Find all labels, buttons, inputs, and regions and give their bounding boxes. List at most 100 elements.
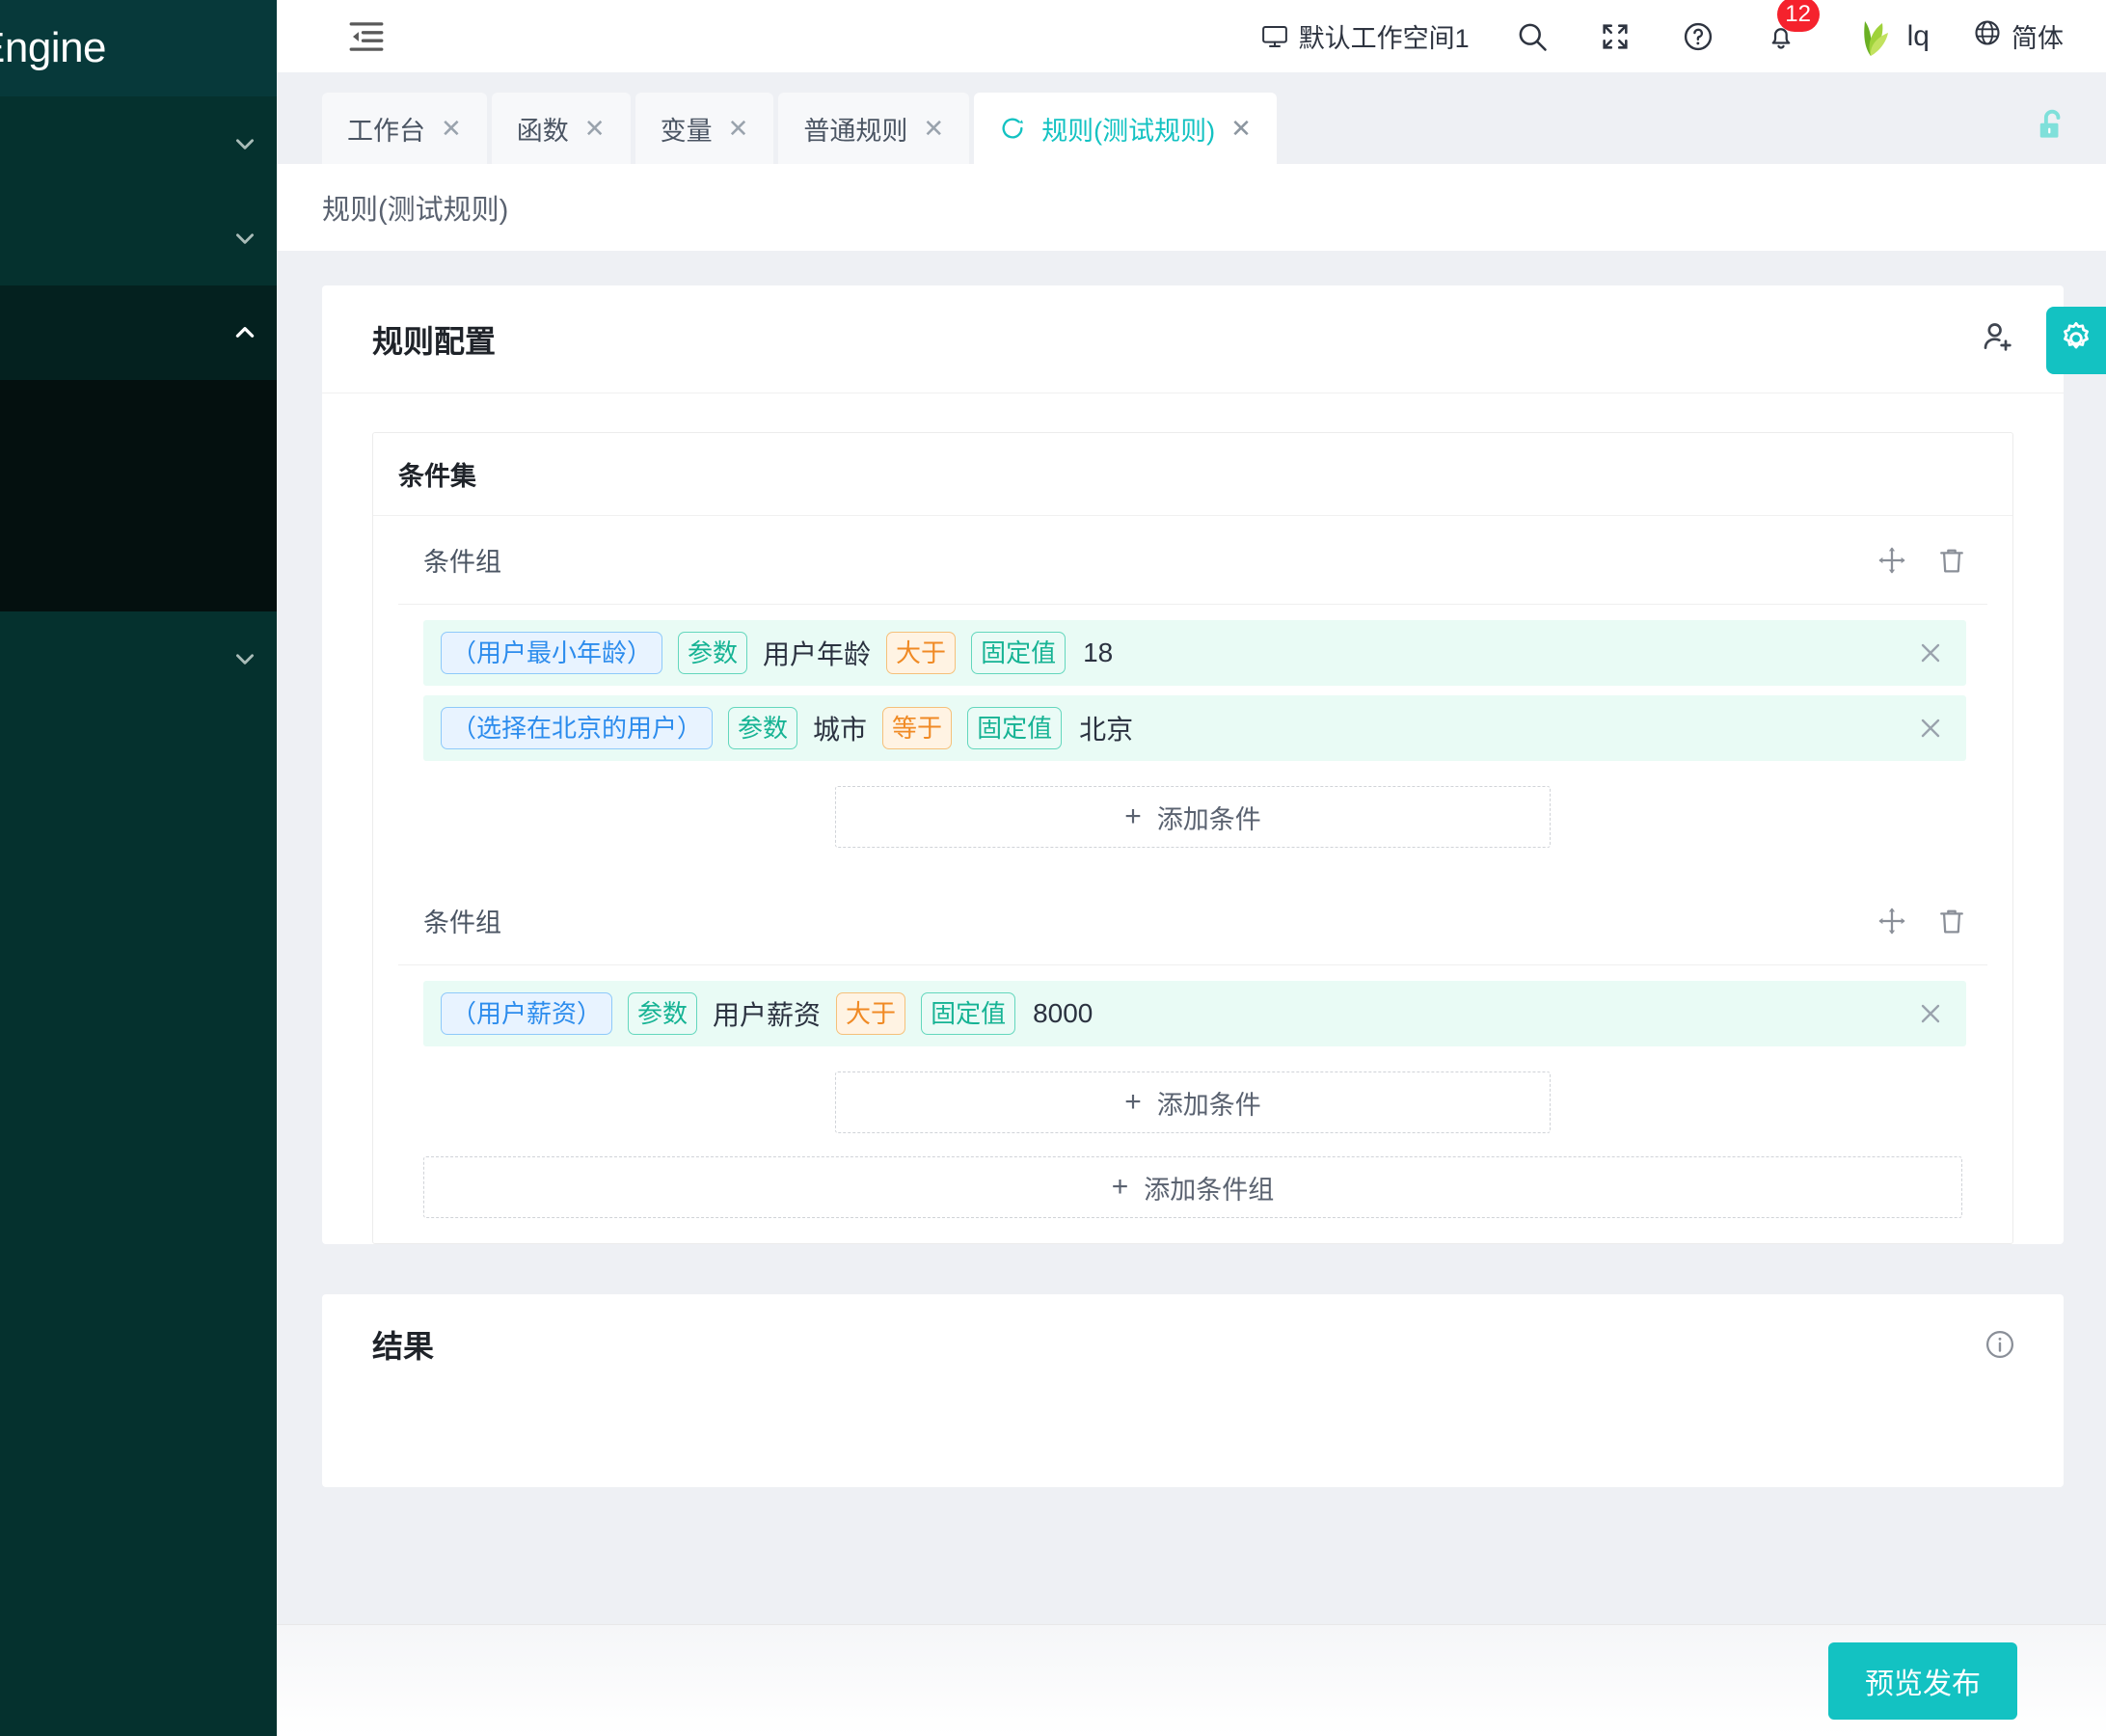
menu-fold-icon[interactable]	[346, 16, 387, 57]
condition-operator-tag[interactable]: 大于	[886, 632, 956, 675]
search-icon[interactable]	[1512, 16, 1552, 57]
tab-label: 变量	[661, 110, 713, 148]
condition-source-tag[interactable]: 参数	[728, 707, 797, 750]
sidebar-nav	[0, 96, 277, 706]
monitor-icon	[1260, 22, 1289, 51]
content-scroll: 规则配置	[277, 251, 2106, 1736]
result-panel: 结果	[322, 1294, 2064, 1487]
user-add-icon[interactable]	[1979, 317, 2017, 361]
preview-publish-button[interactable]: 预览发布	[1828, 1642, 2017, 1720]
add-condition-label: 添加条件	[1157, 1084, 1261, 1122]
sidebar-item-1[interactable]	[0, 96, 277, 191]
page-title: 规则配置	[372, 317, 496, 362]
condition-comment-tag[interactable]: （选择在北京的用户）	[441, 707, 713, 750]
result-title: 结果	[372, 1322, 434, 1367]
rule-config-actions	[1979, 317, 2017, 361]
add-condition-wrap: + 添加条件	[398, 786, 1987, 848]
condition-value-type-tag[interactable]: 固定值	[967, 707, 1062, 750]
condition-group-title: 条件组	[423, 541, 501, 579]
add-condition-wrap: + 添加条件	[398, 1071, 1987, 1133]
workspace-selector[interactable]: 默认工作空间1	[1260, 17, 1470, 55]
breadcrumb: 规则(测试规则)	[277, 164, 2106, 251]
condition-value[interactable]: 北京	[1079, 709, 1133, 747]
leaf-logo	[1844, 15, 1898, 58]
globe-icon	[1972, 17, 2003, 55]
main-area: 默认工作空间1	[277, 0, 2106, 1736]
tab-functions[interactable]: 函数 ✕	[492, 93, 631, 164]
sidebar-item-3[interactable]	[0, 285, 277, 380]
sidebar-logo: Engine	[0, 0, 277, 96]
app-root: Engine	[0, 0, 2106, 1736]
move-icon[interactable]	[1876, 905, 1908, 937]
sidebar-item-2[interactable]	[0, 191, 277, 285]
trash-icon[interactable]	[1935, 544, 1968, 577]
condition-operator-tag[interactable]: 等于	[882, 707, 952, 750]
condition-field[interactable]: 用户年龄	[763, 634, 871, 672]
top-header: 默认工作空间1	[277, 0, 2106, 72]
add-condition-group-button[interactable]: + 添加条件组	[423, 1156, 1962, 1218]
brand-name: lq	[1907, 20, 1930, 53]
condition-group-actions	[1876, 905, 1968, 937]
remove-condition-icon[interactable]	[1916, 714, 1945, 743]
condition-row[interactable]: （选择在北京的用户） 参数 城市 等于 固定值 北京	[423, 695, 1966, 761]
condition-row[interactable]: （用户最小年龄） 参数 用户年龄 大于 固定值 18	[423, 620, 1966, 686]
move-icon[interactable]	[1876, 544, 1908, 577]
remove-condition-icon[interactable]	[1916, 999, 1945, 1028]
condition-value[interactable]: 8000	[1033, 998, 1093, 1029]
condition-set-card: 条件集 条件组	[372, 432, 2013, 1244]
condition-source-tag[interactable]: 参数	[678, 632, 747, 675]
content-bottom-mask	[554, 1609, 2106, 1624]
footer-bar: 预览发布	[277, 1624, 2106, 1736]
info-circle-icon[interactable]	[1983, 1327, 2017, 1362]
question-circle-icon[interactable]	[1678, 16, 1718, 57]
tab-close-icon[interactable]: ✕	[728, 116, 749, 141]
condition-group-1: 条件组	[398, 516, 1987, 848]
sidebar: Engine	[0, 0, 277, 1736]
tab-close-icon[interactable]: ✕	[1230, 116, 1252, 141]
add-condition-button[interactable]: + 添加条件	[835, 786, 1551, 848]
condition-group-header: 条件组	[398, 877, 1987, 965]
tab-rule-test-rule[interactable]: 规则(测试规则) ✕	[974, 93, 1277, 164]
loading-spinner-icon	[999, 115, 1026, 142]
condition-source-tag[interactable]: 参数	[628, 992, 697, 1036]
plus-icon: +	[1112, 1173, 1129, 1202]
breadcrumb-text: 规则(测试规则)	[322, 187, 508, 228]
tab-bar: 工作台 ✕ 函数 ✕ 变量 ✕ 普通规则 ✕	[277, 72, 2106, 164]
tab-normal-rules[interactable]: 普通规则 ✕	[778, 93, 969, 164]
condition-group-actions	[1876, 544, 1968, 577]
chevron-down-icon	[232, 226, 257, 251]
tab-label: 函数	[517, 110, 569, 148]
condition-value[interactable]: 18	[1083, 637, 1113, 668]
condition-group-title: 条件组	[423, 902, 501, 939]
unlock-icon[interactable]	[2033, 106, 2071, 151]
condition-comment-tag[interactable]: （用户薪资）	[441, 992, 612, 1036]
condition-row[interactable]: （用户薪资） 参数 用户薪资 大于 固定值 8000	[423, 981, 1966, 1046]
tab-label: 普通规则	[803, 110, 907, 148]
rule-settings-button[interactable]	[2046, 307, 2106, 374]
condition-value-type-tag[interactable]: 固定值	[971, 632, 1066, 675]
condition-comment-tag[interactable]: （用户最小年龄）	[441, 632, 662, 675]
fullscreen-icon[interactable]	[1595, 16, 1635, 57]
condition-operator-tag[interactable]: 大于	[836, 992, 905, 1036]
sidebar-item-4[interactable]	[0, 611, 277, 706]
bell-icon[interactable]: 12	[1761, 16, 1801, 57]
gear-icon	[2057, 319, 2095, 363]
trash-icon[interactable]	[1935, 905, 1968, 937]
tab-workbench[interactable]: 工作台 ✕	[322, 93, 487, 164]
add-condition-button[interactable]: + 添加条件	[835, 1071, 1551, 1133]
language-switcher[interactable]: 简体	[1972, 17, 2064, 55]
tab-close-icon[interactable]: ✕	[923, 116, 944, 141]
sidebar-logo-text: Engine	[0, 27, 106, 69]
tab-label: 工作台	[347, 110, 425, 148]
plus-icon: +	[1124, 802, 1142, 831]
condition-field[interactable]: 城市	[813, 709, 867, 747]
condition-value-type-tag[interactable]: 固定值	[921, 992, 1015, 1036]
tab-close-icon[interactable]: ✕	[441, 116, 462, 141]
tab-variables[interactable]: 变量 ✕	[635, 93, 774, 164]
condition-field[interactable]: 用户薪资	[713, 994, 821, 1033]
remove-condition-icon[interactable]	[1916, 638, 1945, 667]
add-condition-group-label: 添加条件组	[1144, 1169, 1274, 1207]
lock-holder	[2033, 93, 2071, 164]
chevron-down-icon	[232, 131, 257, 156]
tab-close-icon[interactable]: ✕	[584, 116, 606, 141]
